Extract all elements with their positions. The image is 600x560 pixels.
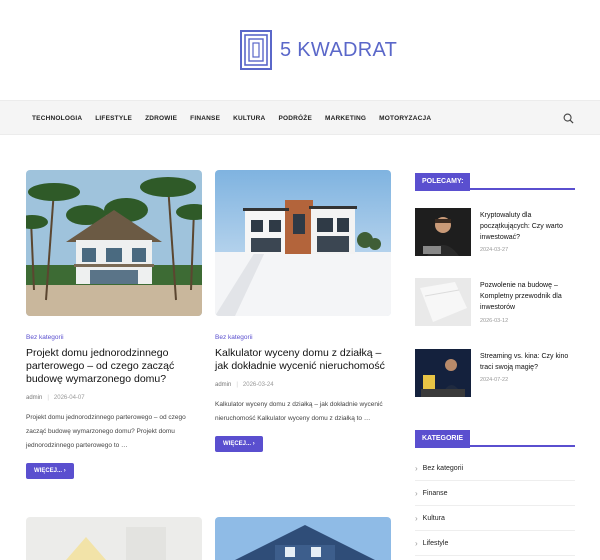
chevron-right-icon: › xyxy=(415,488,418,498)
post-thumbnail[interactable] xyxy=(26,170,202,316)
search-icon[interactable] xyxy=(563,113,574,124)
site-logo[interactable]: 5 KWADRAT xyxy=(240,30,397,70)
nav-item-zdrowie[interactable]: ZDROWIE xyxy=(145,115,177,122)
recommended-heading: POLECAMY: xyxy=(415,170,575,191)
recommended-date: 2026-03-12 xyxy=(480,318,509,324)
post-meta: admin | 2026-03-24 xyxy=(215,382,274,388)
post-category[interactable]: Bez kategorii xyxy=(215,334,391,341)
categories-heading-label: KATEGORIE xyxy=(415,430,471,448)
nav-item-technologia[interactable]: TECHNOLOGIA xyxy=(32,115,82,122)
category-item[interactable]: › Bez kategorii xyxy=(415,456,575,481)
post-date: 2026-04-07 xyxy=(53,395,85,401)
post-thumbnail[interactable] xyxy=(26,517,202,560)
recommended-thumbnail[interactable] xyxy=(415,349,471,397)
nav-item-finanse[interactable]: FINANSE xyxy=(190,115,220,122)
categories-heading: KATEGORIE xyxy=(415,427,575,448)
category-item[interactable]: › Lifestyle xyxy=(415,531,575,556)
post-author[interactable]: admin xyxy=(215,382,231,388)
site-header: 5 KWADRAT xyxy=(0,0,600,100)
nav-item-podroze[interactable]: PODRÓŻE xyxy=(278,115,312,122)
nav-item-kultura[interactable]: KULTURA xyxy=(233,115,265,122)
recommended-thumbnail[interactable] xyxy=(415,208,471,256)
recommended-title[interactable]: Kryptowaluty dla początkujących: Czy war… xyxy=(480,210,575,243)
recommended-heading-label: POLECAMY: xyxy=(415,173,471,191)
category-label: Kultura xyxy=(422,514,445,522)
category-label: Lifestyle xyxy=(422,539,449,547)
category-item[interactable]: › Kultura xyxy=(415,506,575,531)
post-excerpt: Kalkulator wyceny domu z działką – jak d… xyxy=(215,401,383,422)
post-title[interactable]: Projekt domu jednorodzinnego parterowego… xyxy=(26,347,202,386)
post-category[interactable]: Bez kategorii xyxy=(26,334,202,341)
chevron-right-icon: › xyxy=(63,468,66,474)
main-navigation: TECHNOLOGIA LIFESTYLE ZDROWIE FINANSE KU… xyxy=(0,100,600,135)
nav-item-lifestyle[interactable]: LIFESTYLE xyxy=(95,115,132,122)
recommended-title[interactable]: Streaming vs. kina: Czy kino traci swoją… xyxy=(480,351,575,373)
nav-item-motoryzacja[interactable]: MOTORYZACJA xyxy=(379,115,431,122)
category-label: Finanse xyxy=(422,489,448,497)
recommended-date: 2024-07-22 xyxy=(480,377,509,383)
chevron-right-icon: › xyxy=(415,538,418,548)
post-title[interactable]: Kalkulator wyceny domu z działką – jak d… xyxy=(215,347,391,373)
post-card: Bez kategorii Projekt domu jednorodzinne… xyxy=(26,170,202,479)
read-more-label: WIĘCEJ... xyxy=(34,468,63,474)
recommended-date: 2024-03-27 xyxy=(480,247,509,253)
post-excerpt: Projekt domu jednorodzinnego parterowego… xyxy=(26,414,186,449)
recommended-item[interactable]: Streaming vs. kina: Czy kino traci swoją… xyxy=(415,349,575,397)
post-meta: admin | 2026-04-07 xyxy=(26,395,85,401)
category-list: › Bez kategorii › Finanse › Kultura › Lifest… xyxy=(415,456,575,556)
logo-text: 5 KWADRAT xyxy=(280,38,398,61)
post-card: Bez kategorii Kalkulator wyceny domu z d… xyxy=(215,170,391,452)
nav-item-marketing[interactable]: MARKETING xyxy=(325,115,366,122)
chevron-right-icon: › xyxy=(252,441,255,447)
read-more-label: WIĘCEJ... xyxy=(223,441,252,447)
post-thumbnail[interactable] xyxy=(215,517,391,560)
post-author[interactable]: admin xyxy=(26,395,42,401)
chevron-right-icon: › xyxy=(415,463,418,473)
post-date: 2026-03-24 xyxy=(242,382,274,388)
recommended-item[interactable]: Pozwolenie na budowę – Kompletny przewod… xyxy=(415,278,575,326)
post-thumbnail[interactable] xyxy=(215,170,391,316)
recommended-thumbnail[interactable] xyxy=(415,278,471,326)
chevron-right-icon: › xyxy=(415,513,418,523)
recommended-title[interactable]: Pozwolenie na budowę – Kompletny przewod… xyxy=(480,280,575,313)
recommended-item[interactable]: Kryptowaluty dla początkujących: Czy war… xyxy=(415,208,575,256)
category-label: Bez kategorii xyxy=(422,464,464,472)
read-more-button[interactable]: WIĘCEJ... › xyxy=(26,463,74,479)
read-more-button[interactable]: WIĘCEJ... › xyxy=(215,436,263,452)
logo-square-icon xyxy=(240,30,272,70)
category-item[interactable]: › Finanse xyxy=(415,481,575,506)
